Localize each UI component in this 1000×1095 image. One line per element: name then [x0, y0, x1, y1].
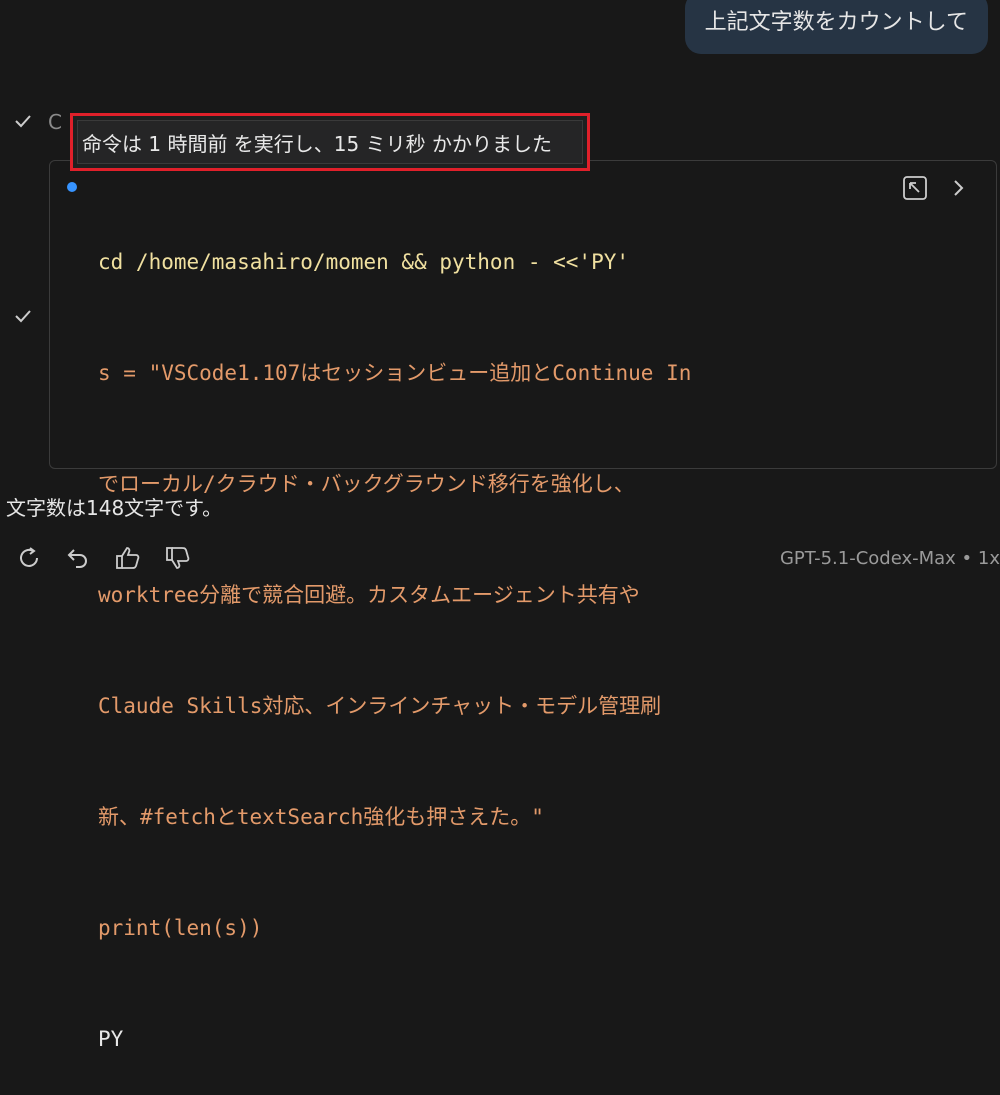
check-icon [14, 307, 32, 325]
tooltip-text: 命令は 1 時間前 を実行し、15 ミリ秒 かかりました [77, 120, 583, 164]
code-line: cd /home/masahiro/momen && python - <<'P… [98, 250, 630, 274]
open-in-panel-icon[interactable] [901, 174, 929, 202]
user-message-bubble: 上記文字数をカウントして [684, 0, 988, 54]
execution-tooltip: 命令は 1 時間前 を実行し、15 ミリ秒 かかりました [70, 113, 590, 171]
check-icon [14, 112, 32, 130]
code-line: PY [98, 1027, 124, 1051]
code-line: s = "VSCode1.107はセッションビュー追加とContinue In [98, 361, 692, 385]
retry-icon[interactable] [14, 543, 44, 573]
command-code: cd /home/masahiro/momen && python - <<'P… [98, 170, 691, 1095]
user-message-text: 上記文字数をカウントして [704, 10, 968, 35]
code-line: worktree分離で競合回避。カスタムエージェント共有や [98, 583, 640, 607]
code-line: print(len(s)) [98, 916, 263, 940]
code-line: Claude Skills対応、インラインチャット・モデル管理刷 [98, 694, 662, 718]
undo-icon[interactable] [63, 543, 93, 573]
assistant-answer: 文字数は148文字です。 [6, 496, 223, 520]
tool-call-collapsed-title[interactable]: C [48, 110, 62, 134]
status-dot [67, 182, 77, 192]
thumbs-up-icon[interactable] [113, 543, 143, 573]
thumbs-down-icon[interactable] [163, 543, 193, 573]
model-info[interactable]: GPT-5.1-Codex-Max • 1x [780, 548, 1000, 569]
code-line: 新、#fetchとtextSearch強化も押さえた。" [98, 805, 544, 829]
chevron-right-icon[interactable] [944, 174, 972, 202]
